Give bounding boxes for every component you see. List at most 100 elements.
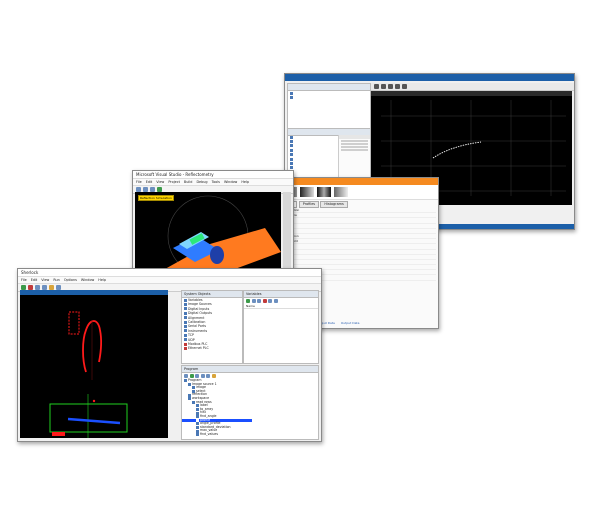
cylinder-end-cap bbox=[210, 246, 224, 264]
cad-window: Microsoft Visual Studio - Reflectometry … bbox=[132, 170, 294, 272]
tree-item[interactable] bbox=[288, 170, 338, 174]
menu-help[interactable]: Help bbox=[98, 278, 106, 282]
menu-help[interactable]: Help bbox=[241, 180, 249, 184]
menu-project[interactable]: Project bbox=[168, 180, 180, 184]
program-icon bbox=[184, 379, 187, 383]
menu-view[interactable]: View bbox=[156, 180, 164, 184]
detected-edge-line bbox=[67, 417, 121, 425]
thumbnail-image[interactable] bbox=[300, 187, 314, 197]
tab-histograms[interactable]: Histograms bbox=[320, 201, 348, 208]
sysobj-item[interactable]: Ethernet PLC bbox=[182, 346, 242, 350]
system-objects-panel: System Objects Variables Image Sources D… bbox=[181, 290, 243, 364]
program-tree: Program Image source 1 image select refl… bbox=[182, 378, 252, 437]
list-item[interactable] bbox=[341, 146, 368, 148]
menu-debug[interactable]: Debug bbox=[196, 180, 207, 184]
tree-item[interactable] bbox=[288, 95, 370, 100]
cad-scene bbox=[165, 195, 281, 269]
node-icon bbox=[290, 135, 293, 139]
calibration-icon bbox=[184, 320, 187, 324]
camera-icon bbox=[184, 303, 187, 307]
instrument-icon bbox=[184, 329, 187, 333]
add-variable-icon[interactable] bbox=[246, 299, 250, 303]
node-icon bbox=[290, 166, 293, 170]
tree-item[interactable]: find_values bbox=[182, 432, 252, 437]
menu-window[interactable]: Window bbox=[81, 278, 94, 282]
plc-icon bbox=[184, 342, 187, 346]
menu-window[interactable]: Window bbox=[224, 180, 237, 184]
cad-titlebar: Microsoft Visual Studio - Reflectometry bbox=[133, 171, 293, 179]
network-icon bbox=[184, 333, 187, 337]
vision-window: Sherlock File Edit View Run Options Wind… bbox=[17, 268, 322, 442]
monitor-left-panel-title bbox=[288, 84, 370, 91]
vision-menubar: File Edit View Run Options Window Help bbox=[18, 277, 321, 284]
instruction-icon bbox=[196, 429, 199, 433]
vision-image-canvas[interactable] bbox=[20, 290, 168, 438]
instruction-icon bbox=[192, 400, 195, 404]
instruction-icon[interactable] bbox=[200, 374, 205, 378]
stop-icon[interactable] bbox=[388, 84, 393, 89]
record-icon[interactable] bbox=[395, 84, 400, 89]
serial-icon bbox=[184, 325, 187, 329]
program-panel: Program Program Image source 1 image sel… bbox=[181, 365, 319, 440]
center-marker bbox=[92, 399, 96, 403]
network-icon bbox=[184, 338, 187, 342]
input-icon bbox=[184, 307, 187, 311]
instruction-icon bbox=[196, 411, 199, 415]
thumbnail-image[interactable] bbox=[334, 187, 348, 197]
list-item[interactable] bbox=[341, 149, 368, 151]
sort-icon[interactable] bbox=[268, 299, 272, 303]
instruction-icon bbox=[188, 397, 191, 401]
play-icon[interactable] bbox=[374, 84, 379, 89]
menu-build[interactable]: Build bbox=[184, 180, 193, 184]
camera-icon bbox=[188, 382, 191, 386]
pause-icon[interactable] bbox=[381, 84, 386, 89]
variables-header: Variables bbox=[244, 291, 318, 298]
green-search-roi bbox=[49, 403, 128, 433]
camera-thumbnails bbox=[279, 185, 438, 200]
scan-profile-trace bbox=[432, 141, 482, 159]
menu-file[interactable]: File bbox=[136, 180, 142, 184]
menu-tools[interactable]: Tools bbox=[212, 180, 220, 184]
menu-edit[interactable]: Edit bbox=[146, 180, 153, 184]
instruction-icon bbox=[196, 422, 199, 426]
menu-run[interactable]: Run bbox=[53, 278, 60, 282]
node-icon bbox=[290, 140, 293, 144]
cad-viewport[interactable]: Reflection Simulation bbox=[135, 192, 281, 269]
plc-icon bbox=[184, 346, 187, 350]
instruction-icon bbox=[196, 426, 199, 430]
variables-column-header: Name bbox=[244, 304, 318, 309]
menu-view[interactable]: View bbox=[41, 278, 49, 282]
vision-overlay bbox=[49, 311, 128, 438]
cad-menubar: File Edit View Project Build Debug Tools… bbox=[133, 179, 293, 186]
filter-icon[interactable] bbox=[257, 299, 261, 303]
variables-panel: Variables Name bbox=[243, 290, 319, 364]
breakpoint-icon[interactable] bbox=[211, 374, 216, 378]
thumbnail-image[interactable] bbox=[317, 187, 331, 197]
zoom-icon[interactable] bbox=[402, 84, 407, 89]
folder-icon bbox=[290, 91, 293, 95]
menu-file[interactable]: File bbox=[21, 278, 27, 282]
monitor-subpanel-header bbox=[339, 135, 370, 139]
delete-icon[interactable] bbox=[262, 299, 267, 303]
alignment-icon bbox=[184, 316, 187, 320]
instruction-icon bbox=[196, 418, 199, 422]
edit-icon[interactable] bbox=[251, 299, 256, 303]
instruction-icon bbox=[196, 415, 199, 419]
measurement-label-left bbox=[52, 432, 65, 436]
variable-icon bbox=[184, 298, 187, 302]
program-header: Program bbox=[182, 366, 318, 373]
menu-options[interactable]: Options bbox=[64, 278, 77, 282]
output-icon bbox=[184, 311, 187, 315]
list-item[interactable] bbox=[341, 143, 368, 145]
loop-icon[interactable] bbox=[206, 374, 210, 378]
refresh-icon[interactable] bbox=[273, 299, 278, 303]
output-data-link[interactable]: Output Data bbox=[341, 321, 360, 325]
tab-profiles[interactable]: Profiles bbox=[298, 201, 320, 208]
list-item[interactable] bbox=[341, 140, 368, 142]
instruction-icon bbox=[196, 408, 199, 412]
menu-edit[interactable]: Edit bbox=[31, 278, 38, 282]
camera-titlebar bbox=[279, 178, 438, 185]
node-icon bbox=[290, 153, 293, 157]
system-objects-header: System Objects bbox=[182, 291, 242, 298]
cad-side-scrollbar[interactable] bbox=[283, 192, 291, 269]
